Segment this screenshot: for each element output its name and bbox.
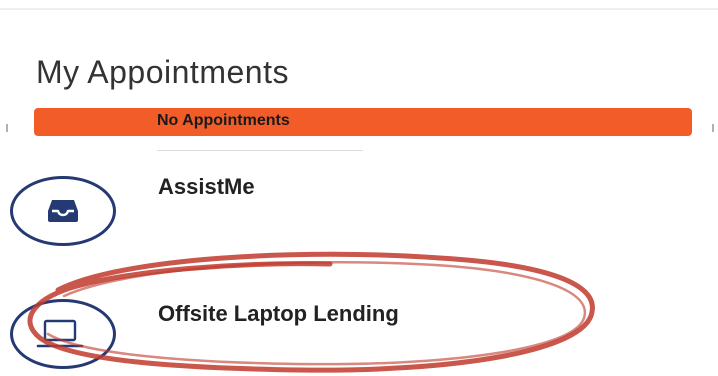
inbox-tray-icon: [10, 176, 116, 246]
right-edge-mark: [712, 124, 714, 132]
no-appointments-banner: No Appointments: [34, 108, 692, 136]
inbox-tray-glyph: [48, 200, 78, 222]
service-label: Offsite Laptop Lending: [158, 301, 399, 326]
item-divider: [157, 150, 363, 151]
top-divider: [0, 8, 718, 10]
list-item-assistme[interactable]: AssistMe: [0, 160, 718, 250]
laptop-glyph: [36, 319, 84, 348]
service-label: AssistMe: [158, 174, 255, 199]
section-title: My Appointments: [36, 54, 289, 90]
left-edge-mark: [6, 124, 8, 132]
list-item-offsite-laptop-lending[interactable]: Offsite Laptop Lending: [0, 285, 718, 376]
banner-text: No Appointments: [157, 112, 290, 129]
laptop-icon: [10, 299, 116, 369]
